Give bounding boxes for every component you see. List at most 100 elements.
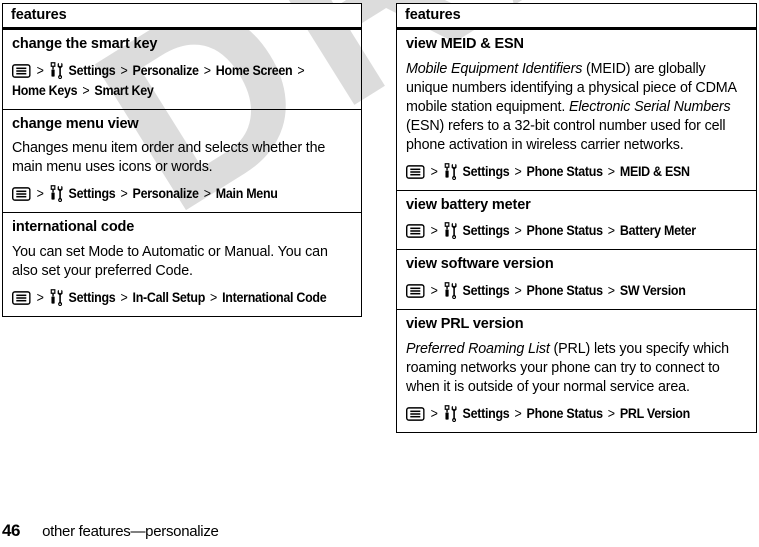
menu-key-icon[interactable] xyxy=(406,224,425,239)
path-separator: > xyxy=(607,282,615,298)
path-separator: > xyxy=(36,289,44,305)
features-header-right: features xyxy=(396,3,757,30)
feature-description: Mobile Equipment Identifiers (MEID) are … xyxy=(406,60,737,153)
path-segment[interactable]: Home Keys xyxy=(12,83,78,98)
feature-path: > Settings > In-Call Setup > Internation… xyxy=(11,288,352,308)
path-segment[interactable]: SW Version xyxy=(620,283,686,298)
feature-cell: change menu view Changes menu item order… xyxy=(3,109,362,213)
settings-tools-icon[interactable] xyxy=(50,289,65,307)
table-row: view battery meter > Settings > Phone St… xyxy=(396,190,757,250)
path-separator: > xyxy=(120,62,128,78)
menu-key-icon[interactable] xyxy=(11,291,31,305)
path-segment[interactable]: Settings xyxy=(69,186,116,201)
path-separator: > xyxy=(607,405,615,421)
path-segment[interactable]: Phone Status xyxy=(527,164,604,179)
path-segment[interactable]: MEID & ESN xyxy=(620,164,690,179)
path-separator: > xyxy=(514,405,522,421)
feature-title: change menu view xyxy=(12,115,139,132)
footer-chapter-title: other features—personalize xyxy=(42,523,219,540)
feature-path: > Settings > Phone Status > SW Version xyxy=(406,281,747,301)
path-segment[interactable]: Settings xyxy=(69,63,116,78)
path-separator: > xyxy=(210,289,218,305)
path-segment[interactable]: Phone Status xyxy=(527,283,604,298)
table-row: change menu view Changes menu item order… xyxy=(2,109,362,213)
settings-tools-icon[interactable] xyxy=(444,222,459,240)
menu-key-icon[interactable] xyxy=(11,187,31,202)
settings-tools-icon[interactable] xyxy=(444,404,459,422)
feature-title: view PRL version xyxy=(406,315,524,332)
feature-title: view software version xyxy=(406,256,554,273)
path-separator: > xyxy=(36,62,44,78)
path-segment[interactable]: Settings xyxy=(69,290,116,305)
manual-page: features change the smart key > Settings… xyxy=(0,0,759,547)
menu-key-icon[interactable] xyxy=(11,63,31,78)
path-separator: > xyxy=(82,82,90,98)
path-segment[interactable]: Smart Key xyxy=(94,83,153,98)
path-separator: > xyxy=(607,223,615,239)
feature-path: > Settings > Personalize > Main Menu xyxy=(11,184,352,204)
feature-cell: view battery meter > Settings > Phone St… xyxy=(397,190,757,250)
path-separator: > xyxy=(514,282,522,298)
table-header-row: features xyxy=(396,3,757,30)
path-separator: > xyxy=(36,186,44,202)
table-header-row: features xyxy=(2,3,362,30)
feature-cell: view MEID & ESN Mobile Equipment Identif… xyxy=(397,29,757,191)
path-separator: > xyxy=(120,289,128,305)
path-segment[interactable]: International Code xyxy=(222,290,327,305)
feature-title: change the smart key xyxy=(12,36,158,52)
path-segment[interactable]: PRL Version xyxy=(620,406,690,421)
path-segment[interactable]: Settings xyxy=(463,283,510,298)
path-segment[interactable]: Settings xyxy=(463,223,510,238)
path-segment[interactable]: Battery Meter xyxy=(620,223,696,238)
features-header-left: features xyxy=(2,3,362,30)
path-separator: > xyxy=(430,223,438,239)
left-column: features change the smart key > Settings… xyxy=(2,3,362,318)
feature-path: > Settings > Phone Status > Battery Mete… xyxy=(406,221,747,241)
menu-key-icon[interactable] xyxy=(406,283,425,298)
feature-title: view MEID & ESN xyxy=(406,36,524,52)
path-segment[interactable]: In-Call Setup xyxy=(133,290,206,305)
path-segment[interactable]: Home Screen xyxy=(216,63,293,78)
feature-cell: international code You can set Mode to A… xyxy=(3,213,362,317)
path-segment[interactable]: Personalize xyxy=(133,186,199,201)
path-segment[interactable]: Settings xyxy=(463,406,510,421)
path-separator: > xyxy=(430,282,438,298)
features-table-right: features view MEID & ESN Mobile Equipmen… xyxy=(396,3,757,433)
path-segment[interactable]: Main Menu xyxy=(216,186,278,201)
feature-cell: change the smart key > Settings > Person… xyxy=(3,29,362,110)
feature-cell: view PRL version Preferred Roaming List … xyxy=(397,309,757,432)
settings-tools-icon[interactable] xyxy=(444,162,459,180)
path-segment[interactable]: Phone Status xyxy=(527,406,604,421)
menu-key-icon[interactable] xyxy=(406,164,425,179)
feature-title: international code xyxy=(12,219,135,236)
path-segment[interactable]: Personalize xyxy=(133,63,199,78)
table-row: view PRL version Preferred Roaming List … xyxy=(396,309,757,432)
feature-path: > Settings > Phone Status > PRL Version xyxy=(406,404,747,424)
table-row: view MEID & ESN Mobile Equipment Identif… xyxy=(396,28,757,191)
feature-description: Preferred Roaming List (PRL) lets you sp… xyxy=(406,340,729,395)
path-separator: > xyxy=(607,163,615,179)
feature-cell: view software version > Settings > Phone… xyxy=(397,250,757,310)
page-number: 46 xyxy=(2,521,21,540)
features-table-left: features change the smart key > Settings… xyxy=(2,3,362,318)
table-row: view software version > Settings > Phone… xyxy=(396,249,757,310)
path-separator: > xyxy=(514,163,522,179)
path-separator: > xyxy=(203,186,211,202)
feature-description: Changes menu item order and selects whet… xyxy=(12,140,326,176)
feature-title: view battery meter xyxy=(406,196,531,213)
path-segment[interactable]: Settings xyxy=(463,164,510,179)
table-row: international code You can set Mode to A… xyxy=(2,212,362,317)
settings-tools-icon[interactable] xyxy=(50,61,65,79)
path-separator: > xyxy=(297,62,305,78)
path-separator: > xyxy=(120,186,128,202)
settings-tools-icon[interactable] xyxy=(50,185,65,203)
feature-path: > Settings > Phone Status > MEID & ESN xyxy=(406,162,747,182)
right-column: features view MEID & ESN Mobile Equipmen… xyxy=(396,3,757,433)
feature-description: You can set Mode to Automatic or Manual.… xyxy=(12,243,328,279)
path-segment[interactable]: Phone Status xyxy=(527,223,604,238)
table-row: change the smart key > Settings > Person… xyxy=(2,28,362,110)
feature-path: > Settings > Personalize > Home Screen >… xyxy=(11,61,352,101)
settings-tools-icon[interactable] xyxy=(444,282,459,299)
menu-key-icon[interactable] xyxy=(406,406,425,421)
path-separator: > xyxy=(514,223,522,239)
